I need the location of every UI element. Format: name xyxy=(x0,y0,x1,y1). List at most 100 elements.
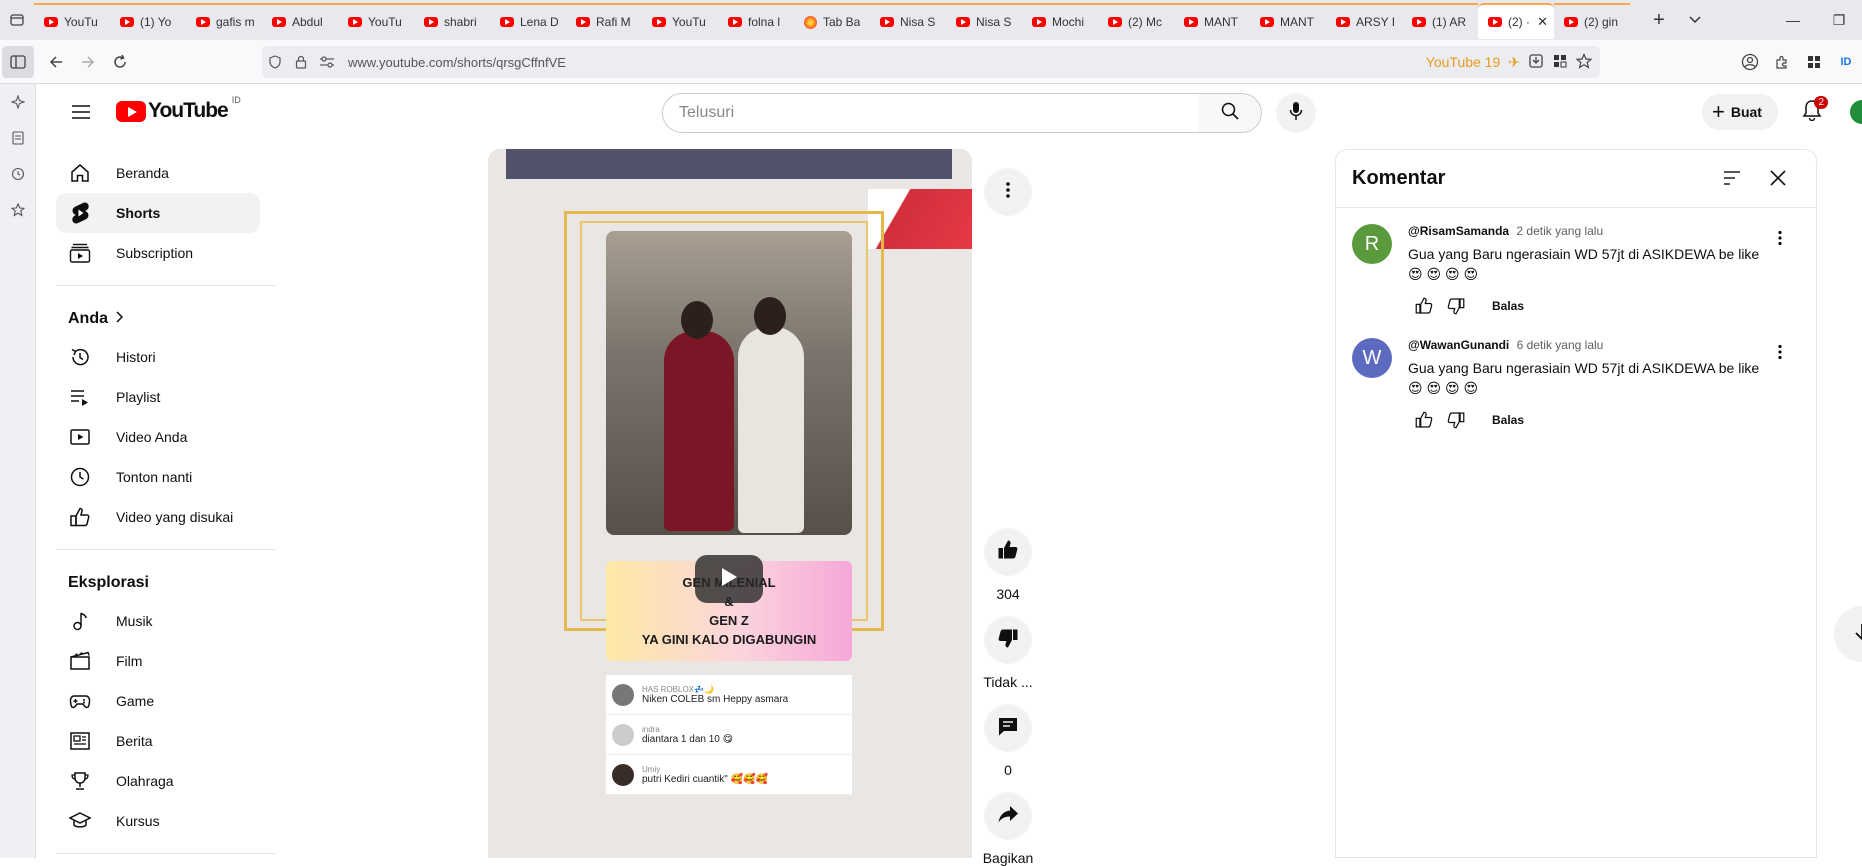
nav-item-olahraga[interactable]: Olahraga xyxy=(56,761,260,801)
browser-tab[interactable]: Mochi xyxy=(1022,3,1098,39)
extensions-icon[interactable] xyxy=(1766,46,1798,78)
browser-tab[interactable]: (2) · ✕ xyxy=(1478,3,1554,39)
account-icon[interactable] xyxy=(1734,46,1766,78)
browser-tab[interactable]: YouTu xyxy=(338,3,414,39)
browser-tab[interactable]: folna l xyxy=(718,3,794,39)
history-sidebar-icon[interactable] xyxy=(0,156,36,192)
lock-icon[interactable] xyxy=(288,55,314,69)
tab-close-icon[interactable]: ✕ xyxy=(1537,14,1548,30)
youtube-favicon-icon xyxy=(880,17,894,27)
browser-tab[interactable]: Tab Ba xyxy=(794,3,870,39)
search-button[interactable] xyxy=(1198,93,1262,133)
create-button[interactable]: + Buat xyxy=(1702,94,1778,130)
browser-tab[interactable]: shabri xyxy=(414,3,490,39)
comment-avatar[interactable]: W xyxy=(1352,338,1392,378)
nav-item-beranda[interactable]: Beranda xyxy=(56,153,260,193)
menu-icon[interactable] xyxy=(66,97,96,127)
browser-tab[interactable]: MANT xyxy=(1250,3,1326,39)
nav-item-tonton-nanti[interactable]: Tonton nanti xyxy=(56,457,260,497)
youtube-logo[interactable]: YouTube ID xyxy=(116,95,241,123)
shield-icon[interactable] xyxy=(262,55,288,69)
download-icon[interactable] xyxy=(1528,53,1544,72)
next-short-button[interactable] xyxy=(1834,606,1862,662)
reply-button[interactable]: Balas xyxy=(1492,299,1524,313)
comment-author[interactable]: @RisamSamanda xyxy=(1408,224,1509,238)
comment-like-button[interactable] xyxy=(1408,290,1440,322)
browser-tab[interactable]: Abdul xyxy=(262,3,338,39)
youtube-extension-badge[interactable]: YouTube 19 xyxy=(1426,54,1500,70)
browser-tab[interactable]: Nisa S xyxy=(946,3,1022,39)
comment-time[interactable]: 6 detik yang lalu xyxy=(1517,338,1604,352)
nav-item-playlist[interactable]: Playlist xyxy=(56,377,260,417)
reload-icon[interactable] xyxy=(104,46,136,78)
like-button[interactable] xyxy=(984,528,1032,576)
permissions-icon[interactable] xyxy=(314,56,340,68)
play-button[interactable] xyxy=(695,555,763,603)
browser-tab[interactable]: (2) gin xyxy=(1554,3,1630,39)
bookmarks-sidebar-icon[interactable] xyxy=(0,192,36,228)
search-input[interactable]: Telusuri xyxy=(662,93,1199,133)
nav-item-histori[interactable]: Histori xyxy=(56,337,260,377)
browser-tab[interactable]: MANT xyxy=(1174,3,1250,39)
browser-tab[interactable]: (1) AR xyxy=(1402,3,1478,39)
browser-tab[interactable]: YouTu xyxy=(642,3,718,39)
browser-tab[interactable]: Nisa S xyxy=(870,3,946,39)
browser-tab[interactable]: Lena D xyxy=(490,3,566,39)
browser-sidebar xyxy=(0,84,36,858)
dislike-button[interactable] xyxy=(984,616,1032,664)
comment-avatar[interactable]: R xyxy=(1352,224,1392,264)
shorts-video-player[interactable]: GEN MILENIAL & GEN Z YA GINI KALO DIGABU… xyxy=(488,149,972,858)
synced-tabs-icon[interactable] xyxy=(0,120,36,156)
nav-item-shorts[interactable]: Shorts xyxy=(56,193,260,233)
close-comments-button[interactable] xyxy=(1762,164,1794,196)
browser-tab[interactable]: YouTu xyxy=(34,3,110,39)
apps-icon[interactable] xyxy=(1798,46,1830,78)
nav-item-video-anda[interactable]: Video Anda xyxy=(56,417,260,457)
address-bar[interactable]: www.youtube.com/shorts/qrsgCffnfVE YouTu… xyxy=(262,46,1600,78)
comment-dislike-button[interactable] xyxy=(1440,290,1472,322)
comment-text: Gua yang Baru ngerasiain WD 57jt di ASIK… xyxy=(1408,360,1760,376)
video-person-left-head xyxy=(681,301,713,339)
translate-icon[interactable]: ID xyxy=(1830,46,1862,78)
nav-section-you[interactable]: Anda xyxy=(68,310,124,328)
star-icon[interactable] xyxy=(1575,52,1593,72)
reply-button[interactable]: Balas xyxy=(1492,413,1524,427)
voice-search-button[interactable] xyxy=(1276,93,1316,133)
new-tab-button[interactable]: + xyxy=(1644,5,1674,35)
account-avatar[interactable] xyxy=(1850,100,1862,124)
notifications-button[interactable]: 2 xyxy=(1796,96,1828,128)
nav-item-label: Shorts xyxy=(116,205,161,221)
nav-item-berita[interactable]: Berita xyxy=(56,721,260,761)
video-more-button[interactable] xyxy=(984,168,1032,216)
comment-author[interactable]: @WawanGunandi xyxy=(1408,338,1509,352)
browser-tab[interactable]: (2) Mc xyxy=(1098,3,1174,39)
sidebar-toggle-icon[interactable] xyxy=(2,45,34,78)
comment-time[interactable]: 2 detik yang lalu xyxy=(1516,224,1603,238)
browser-tab[interactable]: Rafi M xyxy=(566,3,642,39)
tab-list-icon[interactable] xyxy=(0,0,34,40)
caption-line: YA GINI KALO DIGABUNGIN xyxy=(641,632,817,647)
chevron-down-icon[interactable] xyxy=(1680,5,1710,35)
ai-chat-icon[interactable] xyxy=(0,84,36,120)
comments-button[interactable] xyxy=(984,704,1032,752)
comment-dislike-button[interactable] xyxy=(1440,404,1472,436)
comment-more-button[interactable] xyxy=(1764,224,1796,256)
forward-icon[interactable] xyxy=(72,46,104,78)
browser-tab[interactable]: ARSY I xyxy=(1326,3,1402,39)
nav-item-film[interactable]: Film xyxy=(56,641,260,681)
nav-item-kursus[interactable]: Kursus xyxy=(56,801,260,841)
browser-tab[interactable]: gafis m xyxy=(186,3,262,39)
nav-item-game[interactable]: Game xyxy=(56,681,260,721)
share-button[interactable] xyxy=(984,792,1032,840)
grid-icon[interactable] xyxy=(1552,53,1568,72)
minimize-button[interactable]: — xyxy=(1770,0,1816,40)
nav-item-musik[interactable]: Musik xyxy=(56,601,260,641)
browser-tab[interactable]: (1) Yo xyxy=(110,3,186,39)
maximize-button[interactable]: ❐ xyxy=(1816,0,1862,40)
nav-item-video-disukai[interactable]: Video yang disukai xyxy=(56,497,260,537)
comment-more-button[interactable] xyxy=(1764,338,1796,370)
sort-button[interactable] xyxy=(1716,164,1748,196)
comment-like-button[interactable] xyxy=(1408,404,1440,436)
nav-item-subscription[interactable]: Subscription xyxy=(56,233,260,273)
back-icon[interactable] xyxy=(40,46,72,78)
